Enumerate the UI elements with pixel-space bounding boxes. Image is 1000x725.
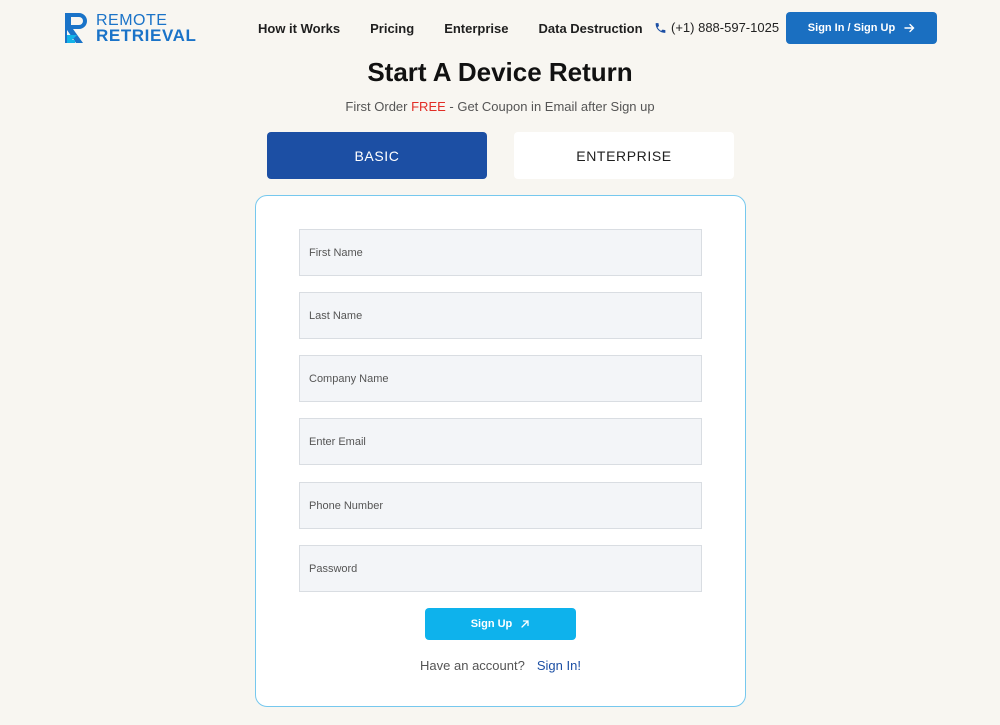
password-field[interactable] (299, 545, 702, 592)
page-title: Start A Device Return (367, 57, 633, 87)
arrow-up-right-icon (521, 620, 529, 628)
signin-signup-button[interactable]: Sign In / Sign Up (786, 12, 937, 44)
account-prompt-line: Have an account? Sign In! (256, 658, 745, 673)
free-highlight: FREE (411, 99, 446, 114)
signup-label: Sign Up (470, 618, 513, 630)
last-name-field[interactable] (299, 292, 702, 339)
signup-form-card: Sign Up Have an account? Sign In! (255, 195, 746, 707)
company-name-field[interactable] (299, 355, 702, 402)
subtitle-prefix: First Order (345, 99, 412, 114)
main-nav: How it Works Pricing Enterprise Data Des… (258, 21, 673, 36)
arrow-right-icon (904, 23, 915, 33)
logo-mark-icon (63, 11, 91, 45)
signup-button[interactable]: Sign Up (425, 608, 576, 640)
account-prompt: Have an account? (420, 658, 525, 673)
logo[interactable]: REMOTE RETRIEVAL (63, 11, 197, 45)
tab-enterprise[interactable]: ENTERPRISE (514, 132, 734, 179)
signin-signup-label: Sign In / Sign Up (807, 22, 896, 34)
phone-number-field[interactable] (299, 482, 702, 529)
site-header: REMOTE RETRIEVAL How it Works Pricing En… (0, 0, 1000, 56)
phone-icon (654, 21, 667, 35)
nav-enterprise[interactable]: Enterprise (444, 21, 508, 36)
phone-contact[interactable]: (+1) 888-597-1025 (654, 20, 779, 35)
page-subtitle: First Order FREE - Get Coupon in Email a… (0, 99, 1000, 114)
logo-text-retrieval: RETRIEVAL (96, 26, 197, 45)
first-name-field[interactable] (299, 229, 702, 276)
nav-how-it-works[interactable]: How it Works (258, 21, 340, 36)
signin-link[interactable]: Sign In! (537, 658, 581, 673)
nav-pricing[interactable]: Pricing (370, 21, 414, 36)
tab-basic[interactable]: BASIC (267, 132, 487, 179)
subtitle-suffix: - Get Coupon in Email after Sign up (445, 99, 655, 114)
phone-number: (+1) 888-597-1025 (671, 20, 780, 35)
nav-data-destruction[interactable]: Data Destruction (539, 21, 643, 36)
email-field[interactable] (299, 418, 702, 465)
